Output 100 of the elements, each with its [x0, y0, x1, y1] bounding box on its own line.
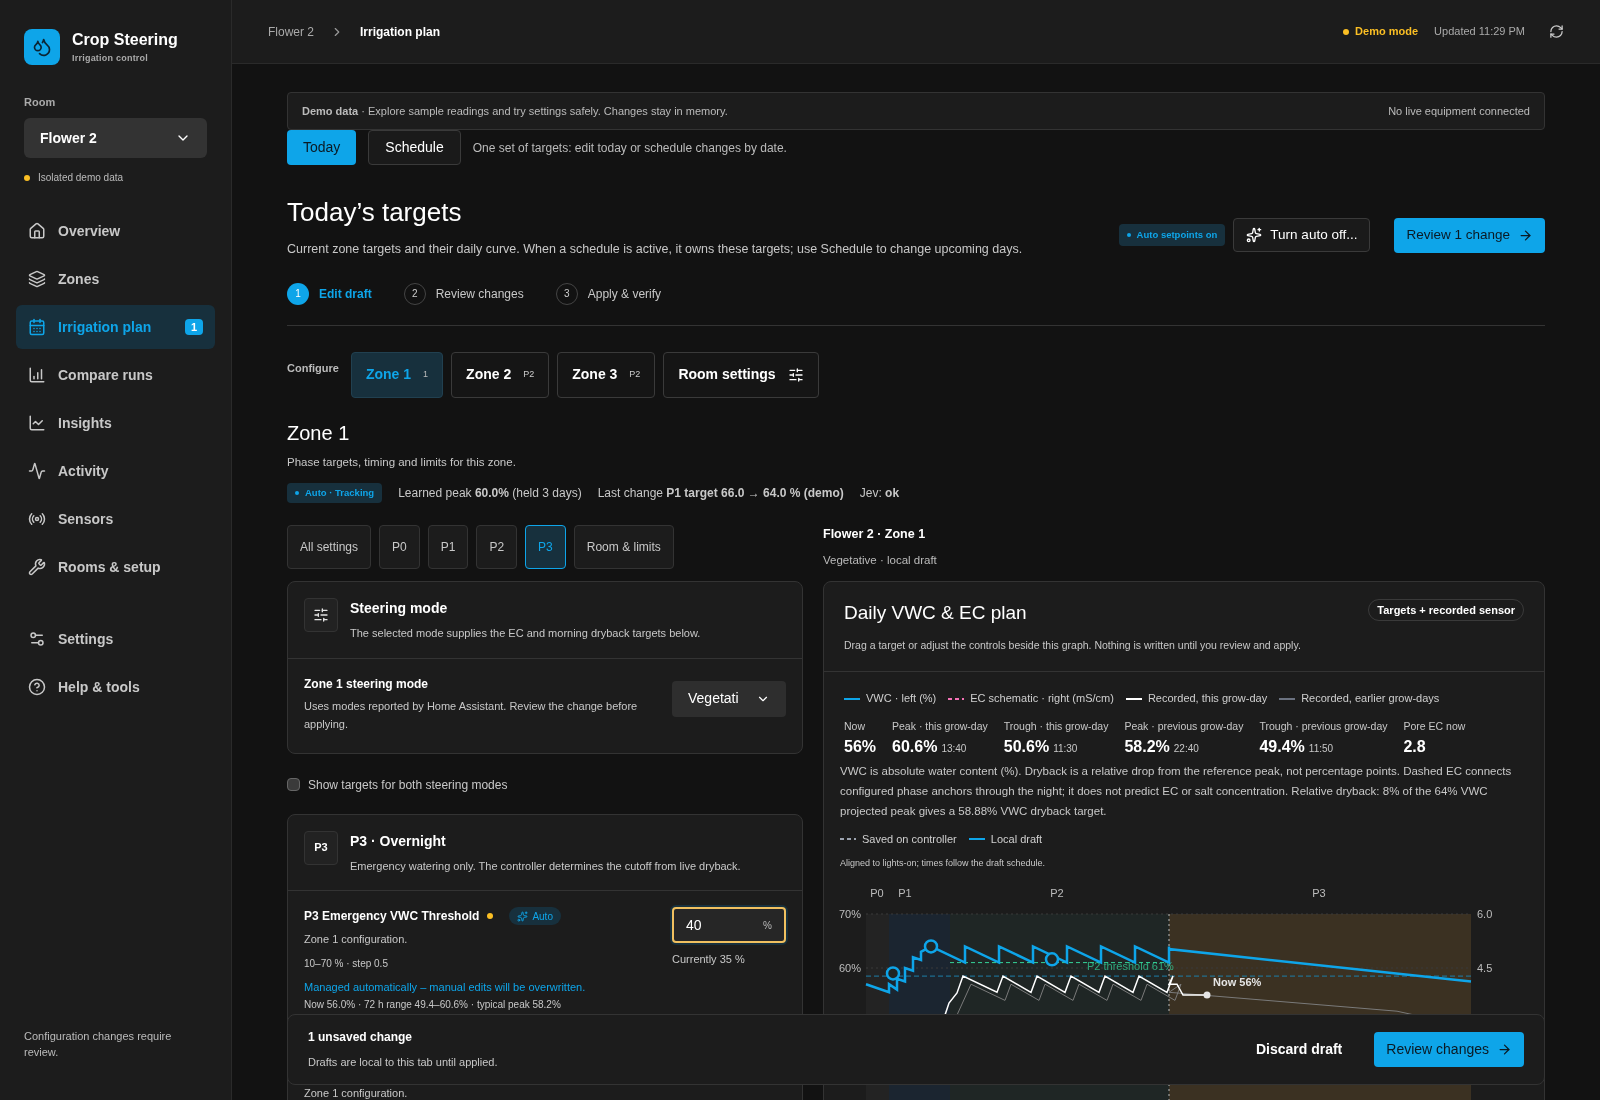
threshold-input[interactable]: 40 % — [672, 907, 786, 943]
steering-mode-select[interactable]: Vegetati — [672, 680, 786, 717]
chart-explanation: VWC is absolute water content (%). Dryback is a relative drop from the reference peak, not percentage points. Dashed EC connects configured phase anchors through the night; it does not predict EC or salt concentration. Relative dryback: 8% of the 64% VWC projected peak gives a 58.88% VWC dryback target. — [840, 763, 1513, 819]
nav-item[interactable]: Help & tools — [16, 665, 215, 709]
phase-tab[interactable]: P3 — [525, 525, 566, 569]
arrow-right-icon — [1518, 227, 1533, 243]
phase-tab[interactable]: All settings — [287, 525, 372, 569]
view-note: One set of targets: edit today or schedule changes by date. — [472, 139, 787, 157]
wizard-step[interactable]: 2 Review changes — [403, 282, 524, 305]
field-help: Uses modes reported by Home Assistant. Review the change before applying. — [304, 698, 639, 732]
nav-item[interactable]: Irrigation plan 1 — [16, 305, 215, 349]
wrench-icon — [28, 558, 46, 576]
demo-mode-label: Demo mode — [1355, 24, 1419, 40]
configure-tab[interactable]: Zone 1 1 — [350, 351, 444, 398]
updated-time: Updated 11:29 PM — [1434, 24, 1525, 40]
zone-title: Zone 1 — [287, 420, 351, 446]
sidebar-footer-note: Configuration changes require review. — [23, 1029, 173, 1060]
settings-icon — [28, 630, 46, 648]
room-note: Isolated demo data — [38, 171, 124, 185]
preview-subtitle: Vegetative · local draft — [823, 552, 938, 568]
phase-tab[interactable]: P2 — [476, 525, 518, 569]
nav-item[interactable]: Zones — [16, 257, 215, 301]
app-name: Crop Steering — [72, 30, 178, 50]
drag-handle[interactable] — [923, 938, 939, 954]
stat-label: Trough · previous grow-day — [1259, 718, 1388, 734]
phase-label: P2 — [1050, 886, 1064, 899]
configure-tab[interactable]: Room settings — [663, 351, 819, 398]
nav-item[interactable]: Sensors — [16, 497, 215, 541]
breadcrumb-item: Irrigation plan — [360, 23, 441, 41]
nav-item[interactable]: Activity — [16, 449, 215, 493]
wizard-step[interactable]: 3 Apply & verify — [555, 282, 662, 305]
turn-auto-off-button[interactable]: Turn auto off... — [1233, 218, 1371, 253]
banner-status: No live equipment connected — [1388, 103, 1530, 119]
zone-subtitle: Phase targets, timing and limits for this zone. — [287, 454, 517, 470]
stat-time: 13:40 — [941, 741, 967, 756]
phase-tab[interactable]: P0 — [379, 525, 420, 569]
stat-value: 60.6% — [892, 736, 938, 757]
axis-tick-label: 60% — [838, 961, 861, 974]
nav-item[interactable]: Settings — [16, 617, 215, 661]
stat-time: 11:50 — [1308, 741, 1334, 756]
axis-tick-label: 70% — [838, 907, 861, 920]
stat-value: 49.4% — [1259, 736, 1305, 757]
arrow-right-icon — [1497, 1042, 1512, 1057]
card-title: Steering mode — [350, 599, 449, 618]
axis-tick-label: 4.5 — [1477, 961, 1493, 974]
view-tab[interactable]: Schedule — [368, 130, 461, 165]
app-subtitle: Irrigation control — [72, 52, 150, 65]
configure-tab[interactable]: Zone 3 P2 — [557, 351, 656, 398]
stat-time: 22:40 — [1173, 741, 1199, 756]
breadcrumb-item[interactable]: Flower 2 — [268, 22, 314, 41]
wizard-step[interactable]: 1 Edit draft — [287, 282, 372, 305]
stat-label: Peak · this grow-day — [892, 718, 988, 734]
axis-tick-label: 6.0 — [1477, 907, 1493, 920]
sliders-icon — [787, 366, 804, 383]
configure-label: Configure — [287, 360, 339, 376]
stat-label: Trough · this grow-day — [1003, 718, 1109, 734]
aligned-note: Aligned to lights-on; times follow the draft schedule. — [840, 857, 1047, 870]
current-value: Currently 35 % — [672, 952, 746, 967]
chart-subtitle: Drag a target or adjust the controls beside this graph. Nothing is written until you review and apply. — [844, 637, 1302, 653]
bar-chart-icon — [28, 366, 46, 384]
help-icon — [28, 678, 46, 696]
sliders-icon — [304, 598, 338, 632]
view-tab[interactable]: Today — [287, 130, 357, 165]
drag-handle[interactable] — [885, 965, 901, 981]
setting-help: Zone 1 configuration. — [304, 932, 409, 947]
signal-icon — [28, 510, 46, 528]
nav-item[interactable]: Insights — [16, 401, 215, 445]
configure-tab[interactable]: Zone 2 P2 — [451, 351, 550, 398]
phase-tab[interactable]: Room & limits — [573, 525, 674, 569]
setting-label: P3 Emergency VWC Threshold — [304, 908, 480, 925]
nav-item[interactable]: Compare runs — [16, 353, 215, 397]
learned-peak-text: Learned peak 60.0% (held 3 days) — [398, 485, 582, 502]
chart-title: Daily VWC & EC plan — [844, 601, 1028, 625]
now-marker — [1203, 991, 1211, 998]
banner-text: Demo data · Explore sample readings and try settings safely. Changes stay in memory. — [302, 103, 728, 119]
sparkles-icon — [517, 910, 529, 922]
checkbox[interactable] — [287, 778, 300, 791]
review-changes-button[interactable]: Review changes — [1374, 1032, 1524, 1067]
legend-label: Recorded, this grow-day — [1147, 691, 1268, 707]
pulse-icon — [28, 462, 46, 480]
stat-time: 11:30 — [1053, 741, 1078, 756]
nav-item[interactable]: Rooms & setup — [16, 545, 215, 589]
phase-label: P0 — [870, 886, 884, 899]
phase-tab[interactable]: P1 — [427, 525, 469, 569]
room-select[interactable]: Flower 2 — [24, 118, 207, 158]
refresh-icon[interactable] — [1549, 24, 1564, 39]
unsaved-title: 1 unsaved change — [308, 1029, 414, 1047]
review-change-button[interactable]: Review 1 change — [1394, 217, 1545, 253]
nav-item[interactable]: Overview — [16, 209, 215, 253]
discard-draft-button[interactable]: Discard draft — [1243, 1032, 1355, 1067]
stat-label: Peak · previous grow-day — [1124, 718, 1244, 734]
checkbox-label: Show targets for both steering modes — [308, 776, 508, 794]
legend-label: Saved on controller — [862, 831, 957, 847]
stat-value: 58.2% — [1124, 736, 1170, 757]
auto-tracking-text: Auto · Tracking — [305, 485, 375, 500]
jev-status-text: Jev: ok — [859, 485, 900, 502]
auto-status-text: Auto setpoints on — [1136, 228, 1218, 243]
drag-handle[interactable] — [1044, 951, 1060, 967]
card-title: P3 · Overnight — [350, 831, 447, 851]
setting-help: Zone 1 configuration. — [304, 1087, 409, 1099]
